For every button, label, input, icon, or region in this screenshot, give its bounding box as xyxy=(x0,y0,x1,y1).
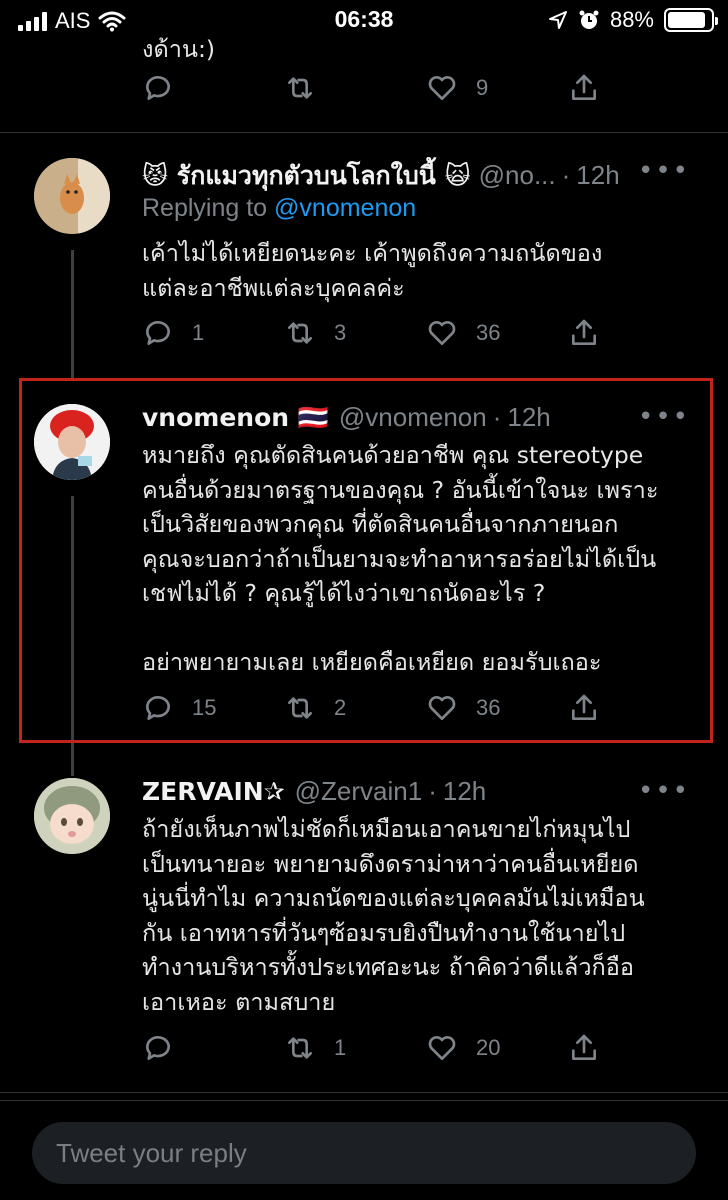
reply-button[interactable] xyxy=(142,72,174,104)
share-button[interactable] xyxy=(568,72,600,104)
avatar[interactable] xyxy=(34,404,110,480)
retweet-button[interactable]: 3 xyxy=(284,317,346,349)
tweet-header: 😾 รักแมวทุกตัวบนโลกใบนี้ 🙀 @no... · 12h xyxy=(142,156,620,196)
like-count: 20 xyxy=(476,1035,501,1060)
retweet-count: 1 xyxy=(334,1035,347,1060)
reply-button[interactable]: 15 xyxy=(142,692,216,724)
reply-icon xyxy=(146,76,170,100)
handle: @Zervain1 xyxy=(294,776,423,806)
cat-photo-icon xyxy=(34,158,110,234)
timestamp: 12h xyxy=(576,160,620,190)
heart-icon xyxy=(428,76,456,100)
more-options-icon[interactable]: ••• xyxy=(638,402,690,432)
replying-to: Replying to @vnomenon xyxy=(142,194,416,223)
previous-tweet-text: งด้าน:) xyxy=(142,35,216,63)
share-button[interactable] xyxy=(568,317,600,349)
share-icon xyxy=(572,1034,596,1060)
like-count: 36 xyxy=(476,320,501,345)
composer-divider xyxy=(0,1100,728,1101)
heart-icon xyxy=(428,696,456,720)
timestamp: 12h xyxy=(507,402,551,432)
thread-line xyxy=(71,250,74,380)
share-icon xyxy=(572,74,596,100)
retweet-count: 3 xyxy=(334,320,347,345)
reply-button[interactable]: 1 xyxy=(142,317,204,349)
retweet-button[interactable] xyxy=(284,72,316,104)
retweet-icon xyxy=(288,697,312,719)
reply-count: 1 xyxy=(192,320,205,345)
like-button[interactable]: 36 xyxy=(426,692,500,724)
tweet-header: vnomenon 🇹🇭 @vnomenon · 12h xyxy=(142,402,551,433)
tweet-separator xyxy=(0,132,728,133)
reply-composer-bar: Tweet your reply xyxy=(0,1100,728,1200)
heart-icon xyxy=(428,321,456,345)
more-options-icon[interactable]: ••• xyxy=(638,156,690,186)
share-button[interactable] xyxy=(568,1032,600,1064)
tweet-header: ZERVAIN✰ @Zervain1 · 12h xyxy=(142,776,486,807)
separator-dot: · xyxy=(428,776,437,806)
share-icon xyxy=(572,319,596,345)
previous-tweet-actions: 9 xyxy=(142,72,602,112)
reply-icon xyxy=(146,321,170,345)
timestamp: 12h xyxy=(442,776,487,806)
tweet-text: หมายถึง คุณตัดสินคนด้วยอาชีพ คุณ stereot… xyxy=(142,441,659,676)
battery-percent: 88% xyxy=(609,7,654,32)
display-name[interactable]: ZERVAIN✰ xyxy=(142,777,285,806)
avatar[interactable] xyxy=(34,158,110,234)
replying-prefix: Replying to xyxy=(142,194,268,222)
mention-link[interactable]: @vnomenon xyxy=(274,194,416,222)
display-name[interactable]: vnomenon 🇹🇭 xyxy=(142,403,329,433)
anime-avatar-icon xyxy=(34,778,110,854)
like-button[interactable]: 20 xyxy=(426,1032,500,1064)
reply-icon xyxy=(146,696,170,720)
location-arrow-icon xyxy=(548,11,567,29)
more-options-icon[interactable]: ••• xyxy=(638,776,690,806)
avatar[interactable] xyxy=(34,778,110,854)
tweet-text: ถ้ายังเห็นภาพไม่ชัดก็เหมือนเอาคนขายไก่หม… xyxy=(142,815,645,1016)
share-button[interactable] xyxy=(568,692,600,724)
retweet-button[interactable]: 1 xyxy=(284,1032,346,1064)
separator-dot: · xyxy=(492,402,502,432)
tweet-separator xyxy=(0,1092,728,1093)
retweet-count: 2 xyxy=(334,695,347,720)
retweet-icon xyxy=(288,77,312,99)
share-icon xyxy=(572,694,596,720)
reply-icon xyxy=(146,1036,170,1060)
profile-photo-icon xyxy=(34,404,110,480)
retweet-icon xyxy=(288,322,312,344)
handle: @no... xyxy=(478,160,556,190)
tweet-actions: 1 3 36 xyxy=(142,317,602,357)
like-count: 36 xyxy=(476,695,501,720)
like-button[interactable]: 9 xyxy=(426,72,488,104)
reply-button[interactable] xyxy=(142,1032,192,1064)
alarm-icon xyxy=(579,10,599,29)
display-name[interactable]: 😾 รักแมวทุกตัวบนโลกใบนี้ 🙀 xyxy=(142,156,471,196)
like-count: 9 xyxy=(476,75,489,100)
tweet-reply-input[interactable]: Tweet your reply xyxy=(32,1122,696,1184)
reply-count: 15 xyxy=(192,695,217,720)
tweet-text: เค้าไม่ได้เหยียดนะคะ เค้าพูดถึงความถนัดข… xyxy=(142,239,603,302)
status-right: 88% xyxy=(548,7,718,33)
battery-icon xyxy=(664,8,718,32)
like-button[interactable]: 36 xyxy=(426,317,500,349)
retweet-icon xyxy=(288,1037,312,1059)
tweet-actions: 1 20 xyxy=(142,1032,602,1072)
handle: @vnomenon xyxy=(338,402,487,432)
tweet-actions: 15 2 36 xyxy=(142,692,602,732)
heart-icon xyxy=(428,1036,456,1060)
retweet-button[interactable]: 2 xyxy=(284,692,346,724)
separator-dot: · xyxy=(561,160,571,190)
